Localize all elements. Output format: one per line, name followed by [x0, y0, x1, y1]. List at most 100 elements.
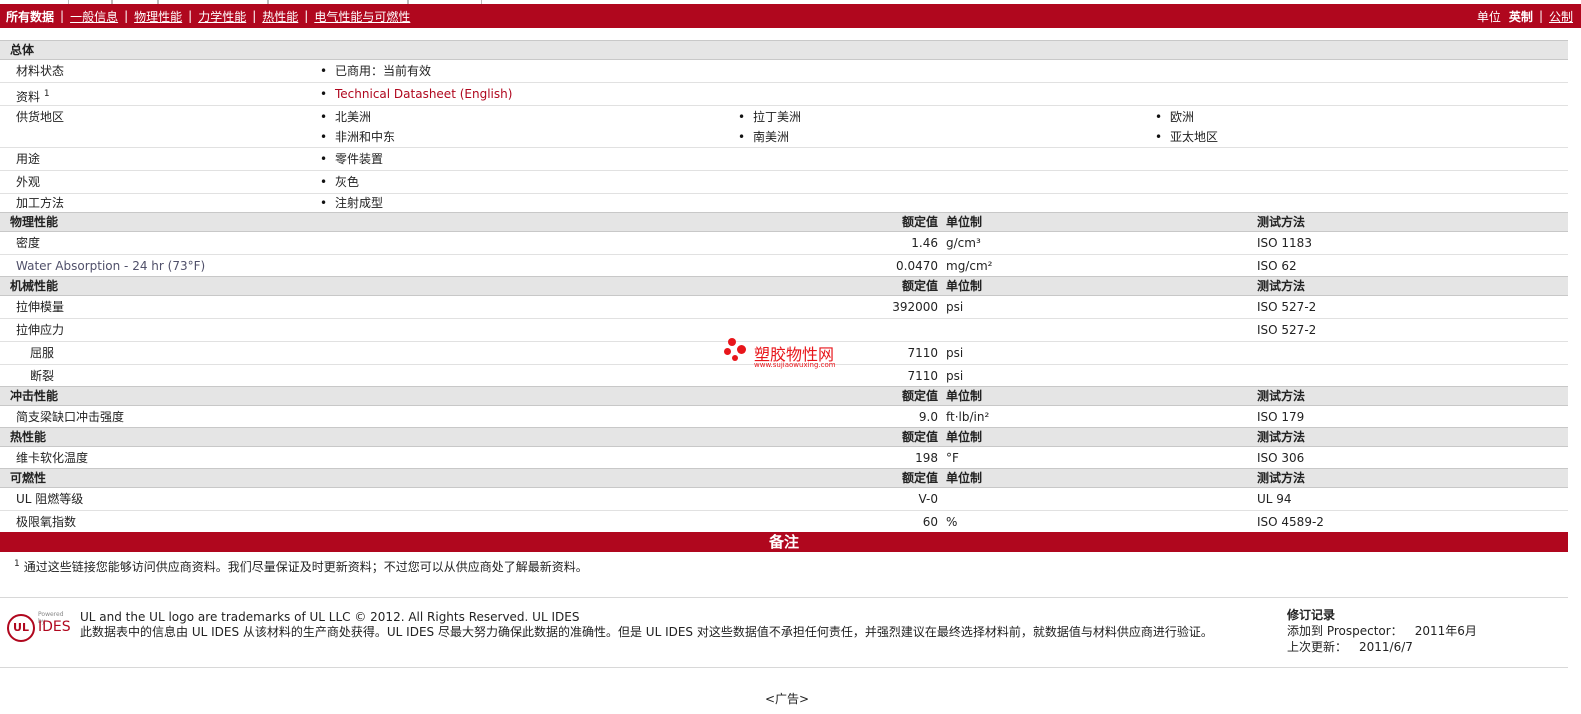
property-label: Water Absorption - 24 hr (73°F) — [16, 259, 206, 273]
property-value: 已商用：当前有效 — [320, 60, 431, 82]
nav-separator: | — [1538, 9, 1543, 23]
col-unit-header: 单位制 — [946, 279, 983, 293]
col-test-header: 测试方法 — [1257, 215, 1306, 229]
row-supply-regions: 供货地区 北美洲 拉丁美洲 欧洲 非洲和中东 南美洲 亚太地区 — [0, 106, 1568, 148]
property-label: 维卡软化温度 — [16, 451, 89, 465]
property-value: 0.0470 — [896, 259, 938, 273]
row-material-status: 材料状态 已商用：当前有效 — [0, 60, 1568, 83]
tab-all-data[interactable]: 所有数据 — [6, 8, 54, 25]
region-item: 亚太地区 — [1155, 126, 1218, 148]
property-value: 9.0 — [918, 410, 938, 424]
region-item: 北美洲 — [320, 106, 371, 128]
updated-label: 上次更新： — [1287, 640, 1348, 654]
col-test-header: 测试方法 — [1257, 389, 1306, 403]
test-method: ISO 527-2 — [1257, 323, 1317, 337]
row-documents: 资料 1 Technical Datasheet (English) — [0, 83, 1568, 106]
property-label: 断裂 — [30, 369, 55, 383]
col-test-header: 测试方法 — [1257, 430, 1306, 444]
added-label: 添加到 Prospector： — [1287, 624, 1403, 638]
property-unit: °F — [946, 451, 959, 465]
nav-separator: | — [124, 9, 129, 23]
unit-label: 单位 — [1476, 9, 1501, 24]
col-nominal-header: 额定值 — [901, 279, 938, 293]
nav-separator: | — [60, 9, 65, 23]
section-general-header: 总体 — [0, 40, 1568, 60]
test-method: ISO 306 — [1257, 451, 1305, 465]
col-unit-header: 单位制 — [946, 430, 983, 444]
property-unit: psi — [946, 300, 964, 314]
property-unit: g/cm³ — [946, 236, 981, 250]
col-nominal-header: 额定值 — [901, 430, 938, 444]
watermark-dot-icon — [737, 345, 746, 354]
test-method: ISO 179 — [1257, 410, 1305, 424]
tab-thermal[interactable]: 热性能 — [262, 8, 298, 25]
disclaimer-text: 此数据表中的信息由 UL IDES 从该材料的生产商处获得。UL IDES 尽最… — [80, 625, 1213, 639]
row-use: 用途 零件装置 — [0, 148, 1568, 171]
col-nominal-header: 额定值 — [901, 389, 938, 403]
property-unit: psi — [946, 369, 964, 383]
note-item: 1 通过这些链接您能够访问供应商资料。我们尽量保证及时更新资料；不过您可以从供应商… — [0, 552, 1568, 598]
section-title: 总体 — [10, 43, 35, 57]
test-method: UL 94 — [1257, 492, 1292, 506]
test-method: ISO 1183 — [1257, 236, 1312, 250]
section-mechanical-header: 机械性能 额定值 单位制 测试方法 — [0, 276, 1568, 296]
test-method: ISO 4589-2 — [1257, 515, 1324, 529]
property-unit: % — [946, 515, 958, 529]
region-item: 南美洲 — [738, 126, 789, 148]
revision-title: 修订记录 — [1287, 608, 1336, 622]
section-impact-header: 冲击性能 额定值 单位制 测试方法 — [0, 386, 1568, 406]
tab-mechanical[interactable]: 力学性能 — [198, 8, 246, 25]
property-label: 简支梁缺口冲击强度 — [16, 410, 125, 424]
property-label: 供货地区 — [16, 110, 65, 124]
section-flammability-header: 可燃性 额定值 单位制 测试方法 — [0, 468, 1568, 488]
watermark-dot-icon — [724, 348, 731, 355]
col-unit-header: 单位制 — [946, 215, 983, 229]
trademark-text: UL and the UL logo are trademarks of UL … — [80, 610, 580, 624]
table-row: UL 阻燃等级 V-0 UL 94 — [0, 488, 1568, 511]
tab-physical[interactable]: 物理性能 — [134, 8, 182, 25]
note-number: 1 — [14, 559, 20, 569]
region-item: 欧洲 — [1155, 106, 1194, 128]
property-label: 拉伸应力 — [16, 323, 65, 337]
property-value: 198 — [915, 451, 938, 465]
property-label: 拉伸模量 — [16, 300, 65, 314]
section-thermal-header: 热性能 额定值 单位制 测试方法 — [0, 427, 1568, 447]
test-method: ISO 62 — [1257, 259, 1297, 273]
notes-header: 备注 — [0, 532, 1568, 552]
property-label: UL 阻燃等级 — [16, 492, 84, 506]
row-appearance: 外观 灰色 — [0, 171, 1568, 194]
property-value: V-0 — [918, 492, 938, 506]
updated-value: 2011/6/7 — [1359, 640, 1413, 654]
property-label: 极限氧指数 — [16, 515, 77, 529]
technical-datasheet-link[interactable]: Technical Datasheet (English) — [320, 83, 512, 105]
unit-metric-link[interactable]: 公制 — [1549, 8, 1573, 25]
col-unit-header: 单位制 — [946, 471, 983, 485]
property-value: 灰色 — [320, 171, 359, 193]
property-value: 60 — [922, 515, 938, 529]
table-row: 维卡软化温度 198 °F ISO 306 — [0, 447, 1568, 468]
property-unit: ft·lb/in² — [946, 410, 990, 424]
tab-general-info[interactable]: 一般信息 — [70, 8, 118, 25]
section-title: 冲击性能 — [10, 389, 59, 403]
table-row: 密度 1.46 g/cm³ ISO 1183 — [0, 232, 1568, 255]
revision-history: 修订记录 添加到 Prospector： 2011年6月 上次更新： 2011/6/… — [1287, 607, 1477, 655]
property-label: 加工方法 — [16, 196, 65, 210]
section-title: 热性能 — [10, 430, 47, 444]
table-row: 简支梁缺口冲击强度 9.0 ft·lb/in² ISO 179 — [0, 406, 1568, 427]
property-value: 零件装置 — [320, 148, 383, 170]
property-label: 用途 — [16, 152, 41, 166]
property-label: 密度 — [16, 236, 41, 250]
property-label: 屈服 — [30, 346, 55, 360]
nav-separator: | — [188, 9, 193, 23]
property-label: 材料状态 — [16, 64, 65, 78]
table-row: 拉伸模量 392000 psi ISO 527-2 — [0, 296, 1568, 319]
property-value: 7110 — [907, 369, 938, 383]
property-value: 注射成型 — [320, 194, 383, 212]
section-title: 物理性能 — [10, 215, 59, 229]
tab-electrical-flammability[interactable]: 电气性能与可燃性 — [314, 8, 410, 25]
table-row: 极限氧指数 60 % ISO 4589-2 — [0, 511, 1568, 532]
nav-separator: | — [252, 9, 257, 23]
property-label: 外观 — [16, 175, 41, 189]
footer: UL Powered by IDES UL and the UL logo ar… — [0, 598, 1568, 668]
property-value: 1.46 — [911, 236, 938, 250]
